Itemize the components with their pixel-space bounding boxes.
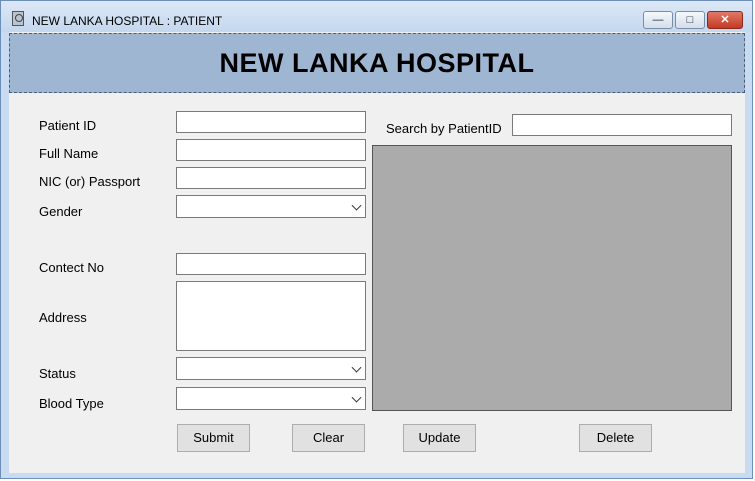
chevron-down-icon [351,200,362,211]
maximize-button[interactable]: □ [675,11,705,29]
search-input[interactable] [512,114,732,136]
status-select[interactable] [176,357,366,380]
header-banner: NEW LANKA HOSPITAL [9,33,745,93]
page-title: NEW LANKA HOSPITAL [219,48,535,78]
blood-type-select[interactable] [176,387,366,410]
delete-button[interactable]: Delete [579,424,652,452]
contact-label: Contect No [39,260,105,275]
search-label: Search by PatientID [386,121,502,136]
address-textarea[interactable] [176,281,366,351]
full-name-label: Full Name [39,146,99,161]
title-bar[interactable]: NEW LANKA HOSPITAL : PATIENT — □ ✕ [1,1,752,32]
address-label: Address [39,310,87,325]
blood-type-label: Blood Type [39,396,104,411]
clear-button[interactable]: Clear [292,424,365,452]
window-title: NEW LANKA HOSPITAL : PATIENT [32,14,223,28]
patient-id-label: Patient ID [39,118,97,133]
gender-label: Gender [39,204,83,219]
app-window: NEW LANKA HOSPITAL : PATIENT — □ ✕ NEW L… [0,0,753,479]
close-button[interactable]: ✕ [707,11,743,29]
hospital-app-icon [12,11,24,26]
nic-input[interactable] [176,167,366,189]
update-button[interactable]: Update [403,424,476,452]
patient-id-input[interactable] [176,111,366,133]
minimize-button[interactable]: — [643,11,673,29]
full-name-input[interactable] [176,139,366,161]
status-label: Status [39,366,76,381]
patient-data-grid[interactable] [372,145,732,411]
submit-button[interactable]: Submit [177,424,250,452]
contact-input[interactable] [176,253,366,275]
chevron-down-icon [351,362,362,373]
form-client-area: NEW LANKA HOSPITAL Patient ID Full Name … [9,32,745,473]
chevron-down-icon [351,392,362,403]
gender-select[interactable] [176,195,366,218]
nic-label: NIC (or) Passport [39,174,141,189]
